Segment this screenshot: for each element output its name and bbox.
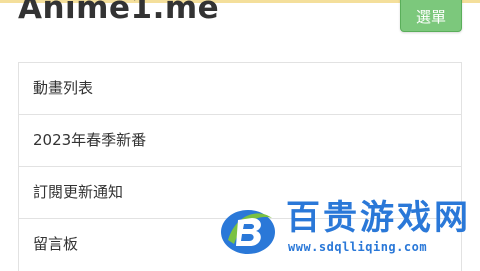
- watermark: 百贵游戏网 www.sdqlliqing.com: [218, 196, 480, 265]
- watermark-title: 百贵游戏网: [286, 198, 471, 238]
- site-title[interactable]: Anime1.me: [18, 0, 219, 30]
- nav-item-anime-list[interactable]: 動畫列表: [18, 63, 462, 115]
- nav-item-spring-2023[interactable]: 2023年春季新番: [18, 115, 462, 167]
- watermark-logo-icon: [221, 210, 275, 254]
- watermark-url: www.sdqlliqing.com: [288, 240, 428, 254]
- menu-button[interactable]: 選單: [400, 0, 462, 32]
